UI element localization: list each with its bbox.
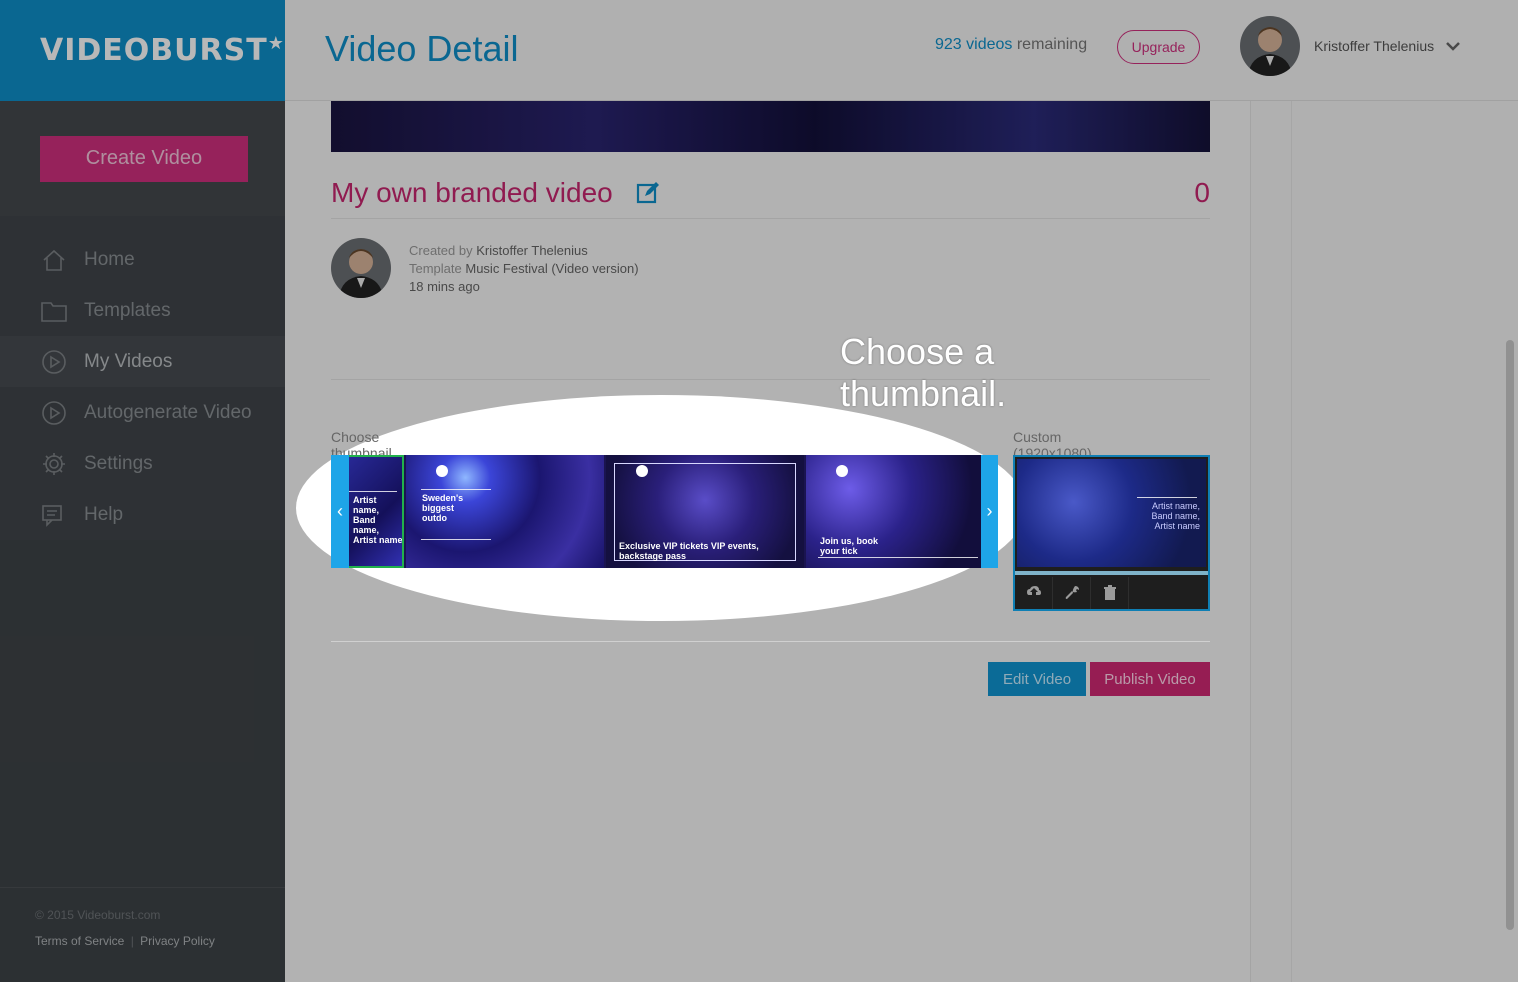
upgrade-button[interactable]: Upgrade [1117, 30, 1200, 64]
view-count: 0 [1194, 177, 1210, 208]
play-circle-icon [40, 348, 68, 376]
top-bar: Video Detail 923 videos remaining Upgrad… [285, 0, 1518, 101]
user-name[interactable]: Kristoffer Thelenius [1314, 38, 1434, 54]
terms-link[interactable]: Terms of Service [35, 934, 124, 948]
sidebar-nav: Home Templates My Videos Autogenerate Vi… [0, 216, 285, 540]
chevron-down-icon[interactable] [1445, 38, 1461, 54]
sidebar-item-label: Settings [84, 452, 153, 474]
creator-name: Kristoffer Thelenius [476, 243, 588, 258]
video-age: 18 mins ago [409, 279, 480, 294]
avatar[interactable] [1240, 16, 1300, 76]
scrollbar[interactable] [1506, 340, 1514, 930]
sidebar-item-label: My Videos [84, 350, 173, 372]
sidebar-item-settings[interactable]: Settings [0, 438, 285, 489]
logo-bar: VIDEOBURST★ [0, 0, 285, 101]
main-content: My own branded video 0 Created by Kristo… [285, 101, 1250, 982]
publish-video-button[interactable]: Publish Video [1090, 662, 1210, 696]
sidebar-item-my-videos[interactable]: My Videos [0, 336, 285, 387]
gear-icon [40, 450, 68, 478]
videos-remaining: 923 videos remaining [935, 36, 1088, 53]
sidebar-item-autogenerate[interactable]: Autogenerate Video [0, 387, 285, 438]
video-title-row: My own branded video 0 [331, 173, 1210, 219]
sidebar-item-home[interactable]: Home [0, 234, 285, 285]
sidebar-item-help[interactable]: Help [0, 489, 285, 540]
copyright: © 2015 Videoburst.com [35, 908, 161, 922]
home-icon [40, 246, 68, 274]
link-separator: | [130, 934, 134, 948]
creator-avatar [331, 238, 391, 298]
edit-icon[interactable] [636, 181, 660, 205]
sidebar-item-templates[interactable]: Templates [0, 285, 285, 336]
videoburst-logo[interactable]: VIDEOBURST★ [40, 33, 285, 68]
create-area: Create Video [0, 101, 285, 216]
sidebar: VIDEOBURST★ Create Video Home Templates … [0, 0, 285, 982]
sidebar-item-label: Autogenerate Video [84, 401, 252, 423]
remaining-count: 923 videos [935, 36, 1013, 53]
privacy-link[interactable]: Privacy Policy [140, 934, 215, 948]
divider [331, 379, 1210, 380]
create-video-button[interactable]: Create Video [40, 135, 248, 182]
play-circle-icon [40, 399, 68, 427]
sidebar-item-label: Templates [84, 299, 171, 321]
template-name: Music Festival (Video version) [465, 261, 639, 276]
folder-icon [40, 297, 68, 325]
video-player[interactable] [331, 101, 1210, 152]
help-icon [40, 501, 68, 529]
page-title: Video Detail [325, 28, 519, 69]
edit-video-button[interactable]: Edit Video [988, 662, 1086, 696]
sidebar-item-label: Help [84, 503, 124, 525]
right-column [1250, 101, 1518, 982]
sidebar-item-label: Home [84, 248, 135, 270]
video-title: My own branded video [331, 177, 613, 208]
sidebar-footer: © 2015 Videoburst.com Terms of Service |… [0, 887, 285, 982]
